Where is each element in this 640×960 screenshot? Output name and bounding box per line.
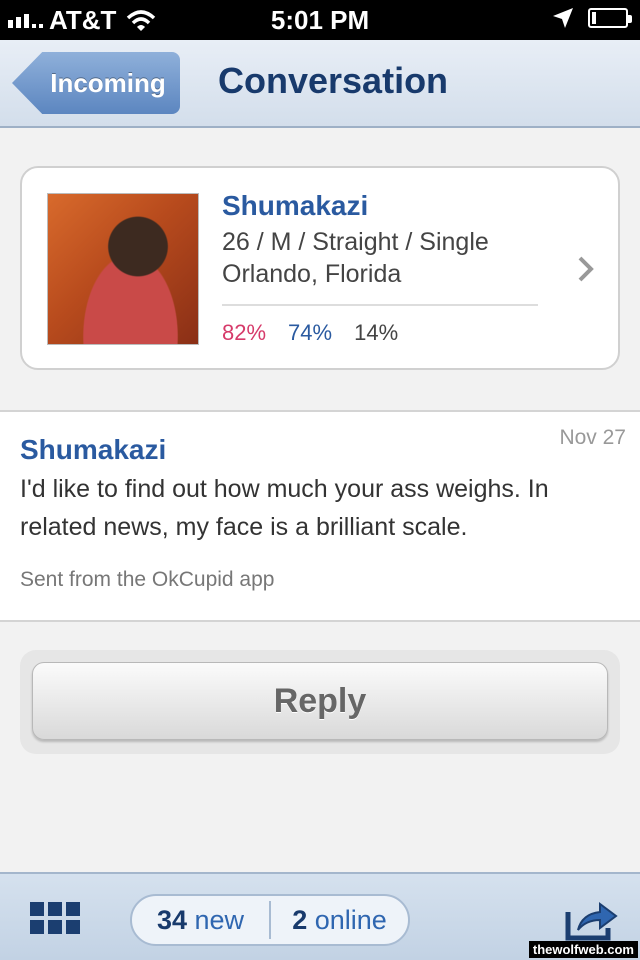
location-icon	[553, 8, 573, 28]
status-pill[interactable]: 34 new 2 online	[130, 894, 410, 946]
watermark: thewolfweb.com	[528, 941, 638, 958]
new-count: 34	[156, 904, 187, 935]
profile-card[interactable]: Shumakazi 26 / M / Straight / Single Orl…	[20, 166, 620, 370]
page-title: Conversation	[218, 60, 449, 101]
profile-details: 26 / M / Straight / Single	[222, 228, 489, 256]
status-time: 5:01 PM	[270, 5, 370, 35]
match-stats: 82% 74% 14%	[222, 320, 398, 346]
nav-bar: Incoming Conversation	[0, 40, 640, 128]
message-footer: Sent from the OkCupid app	[20, 568, 275, 591]
share-icon[interactable]	[564, 896, 618, 942]
online-users[interactable]: 2 online	[271, 905, 408, 936]
message-date: Nov 27	[559, 426, 626, 449]
profile-name: Shumakazi	[222, 190, 369, 221]
friend-percentage: 74%	[288, 320, 333, 345]
status-bar: AT&T 5:01 PM	[0, 0, 640, 40]
new-messages[interactable]: 34 new	[132, 905, 269, 936]
battery-icon	[588, 8, 632, 28]
avatar	[48, 194, 198, 344]
profile-location: Orlando, Florida	[222, 260, 402, 288]
message-sender[interactable]: Shumakazi	[20, 434, 166, 466]
back-button[interactable]: Incoming	[12, 52, 180, 114]
back-button-label: Incoming	[50, 68, 166, 98]
message: Nov 27 Shumakazi I'd like to find out ho…	[0, 410, 640, 622]
divider	[222, 304, 538, 306]
reply-container: Reply	[20, 650, 620, 754]
chevron-right-icon	[578, 256, 594, 282]
new-label: new	[194, 904, 245, 935]
reply-button[interactable]: Reply	[32, 662, 608, 740]
online-count: 2	[292, 904, 308, 935]
match-percentage: 82%	[222, 320, 267, 345]
message-body: I'd like to find out how much your ass w…	[20, 475, 549, 541]
enemy-percentage: 14%	[354, 320, 399, 345]
grid-icon[interactable]	[30, 902, 80, 934]
online-label: online	[314, 904, 387, 935]
